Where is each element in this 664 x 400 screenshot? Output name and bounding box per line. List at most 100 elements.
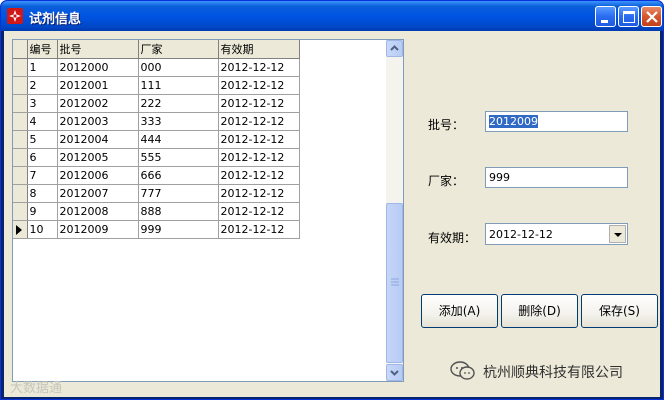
row-indicator[interactable] (13, 76, 28, 95)
batch-input[interactable]: 2012009 (485, 111, 628, 132)
column-header-maker[interactable]: 厂家 (138, 40, 219, 59)
cell-id[interactable]: 10 (27, 220, 58, 239)
cell-batch[interactable]: 2012001 (57, 76, 139, 95)
dropdown-button[interactable] (609, 225, 626, 243)
cell-batch[interactable]: 2012009 (57, 220, 139, 239)
company-name: 杭州顺典科技有限公司 (483, 365, 623, 381)
data-grid[interactable]: 编号 批号 厂家 有效期 1 2012000 000 2012-12-12 2 … (12, 39, 404, 382)
cell-expiry[interactable]: 2012-12-12 (218, 202, 300, 221)
row-indicator[interactable] (13, 58, 28, 77)
cell-maker[interactable]: 111 (138, 76, 219, 95)
app-window: 试剂信息 编号 批号 厂家 有效期 1 2012000 000 2012-12-… (0, 0, 664, 400)
source-watermark: 大数据通 (10, 381, 63, 396)
cell-id[interactable]: 8 (27, 184, 58, 203)
save-button[interactable]: 保存(S) (581, 294, 658, 328)
chat-bubble-icon (450, 361, 475, 380)
cell-batch[interactable]: 2012000 (57, 58, 139, 77)
cell-expiry[interactable]: 2012-12-12 (218, 58, 300, 77)
cell-maker[interactable]: 333 (138, 112, 219, 131)
cell-expiry[interactable]: 2012-12-12 (218, 94, 300, 113)
table-row[interactable]: 1 2012000 000 2012-12-12 (13, 58, 300, 77)
app-icon (7, 8, 23, 24)
expiry-label: 有效期： (428, 231, 477, 245)
cell-id[interactable]: 3 (27, 94, 58, 113)
grid-header-row: 编号 批号 厂家 有效期 (13, 40, 300, 59)
cell-id[interactable]: 5 (27, 130, 58, 149)
row-indicator[interactable] (13, 166, 28, 185)
window-client-area: 编号 批号 厂家 有效期 1 2012000 000 2012-12-12 2 … (4, 31, 660, 397)
maximize-button[interactable] (618, 6, 639, 27)
scroll-thumb[interactable] (386, 203, 403, 363)
cell-maker[interactable]: 222 (138, 94, 219, 113)
minimize-button[interactable] (595, 6, 616, 27)
scroll-up-button[interactable] (386, 40, 403, 57)
table-row[interactable]: 8 2012007 777 2012-12-12 (13, 184, 300, 203)
window-title: 试剂信息 (29, 12, 82, 27)
cell-maker[interactable]: 888 (138, 202, 219, 221)
cell-expiry[interactable]: 2012-12-12 (218, 76, 300, 95)
current-row-arrow-icon (16, 224, 22, 235)
cell-expiry[interactable]: 2012-12-12 (218, 220, 300, 239)
maker-input[interactable]: 999 (485, 167, 628, 188)
scroll-down-button[interactable] (386, 364, 403, 381)
expiry-date-picker[interactable]: 2012-12-12 (485, 223, 628, 245)
maximize-icon (623, 11, 635, 23)
table-row[interactable]: 9 2012008 888 2012-12-12 (13, 202, 300, 221)
maker-label: 厂家： (428, 174, 465, 188)
title-bar[interactable]: 试剂信息 (1, 1, 663, 31)
cell-id[interactable]: 7 (27, 166, 58, 185)
cell-expiry[interactable]: 2012-12-12 (218, 148, 300, 167)
cell-maker[interactable]: 999 (138, 220, 219, 239)
cell-batch[interactable]: 2012004 (57, 130, 139, 149)
chevron-down-icon (390, 370, 399, 376)
cell-maker[interactable]: 777 (138, 184, 219, 203)
cell-batch[interactable]: 2012003 (57, 112, 139, 131)
column-header-expiry[interactable]: 有效期 (218, 40, 300, 59)
cell-batch[interactable]: 2012002 (57, 94, 139, 113)
batch-label: 批号： (428, 118, 465, 132)
table-row[interactable]: 6 2012005 555 2012-12-12 (13, 148, 300, 167)
table-row[interactable]: 3 2012002 222 2012-12-12 (13, 94, 300, 113)
row-indicator[interactable] (13, 148, 28, 167)
cell-maker[interactable]: 666 (138, 166, 219, 185)
cell-batch[interactable]: 2012006 (57, 166, 139, 185)
column-header-batch[interactable]: 批号 (57, 40, 139, 59)
expiry-value: 2012-12-12 (489, 228, 553, 241)
row-indicator[interactable] (13, 112, 28, 131)
grid-table: 编号 批号 厂家 有效期 1 2012000 000 2012-12-12 2 … (13, 40, 300, 239)
cell-expiry[interactable]: 2012-12-12 (218, 112, 300, 131)
maker-input-value: 999 (489, 171, 510, 184)
add-button[interactable]: 添加(A) (421, 294, 498, 328)
delete-button[interactable]: 删除(D) (501, 294, 578, 328)
cell-batch[interactable]: 2012005 (57, 148, 139, 167)
cell-id[interactable]: 2 (27, 76, 58, 95)
cell-id[interactable]: 1 (27, 58, 58, 77)
grid-vertical-scrollbar[interactable] (386, 40, 403, 381)
close-button[interactable] (641, 6, 662, 27)
cell-batch[interactable]: 2012008 (57, 202, 139, 221)
row-indicator[interactable] (13, 184, 28, 203)
row-indicator[interactable] (13, 202, 28, 221)
column-header-id[interactable]: 编号 (27, 40, 58, 59)
minimize-icon (601, 20, 608, 23)
cell-id[interactable]: 9 (27, 202, 58, 221)
cell-expiry[interactable]: 2012-12-12 (218, 166, 300, 185)
cell-expiry[interactable]: 2012-12-12 (218, 184, 300, 203)
table-row[interactable]: 5 2012004 444 2012-12-12 (13, 130, 300, 149)
row-indicator[interactable] (13, 94, 28, 113)
cell-id[interactable]: 4 (27, 112, 58, 131)
cell-batch[interactable]: 2012007 (57, 184, 139, 203)
cell-maker[interactable]: 444 (138, 130, 219, 149)
chevron-up-icon (390, 45, 399, 51)
cell-expiry[interactable]: 2012-12-12 (218, 130, 300, 149)
row-indicator-header (13, 40, 28, 59)
table-row[interactable]: 2 2012001 111 2012-12-12 (13, 76, 300, 95)
cell-maker[interactable]: 555 (138, 148, 219, 167)
table-row[interactable]: 4 2012003 333 2012-12-12 (13, 112, 300, 131)
cell-id[interactable]: 6 (27, 148, 58, 167)
cell-maker[interactable]: 000 (138, 58, 219, 77)
current-row-indicator[interactable] (13, 220, 28, 239)
row-indicator[interactable] (13, 130, 28, 149)
table-row-current[interactable]: 10 2012009 999 2012-12-12 (13, 220, 300, 239)
table-row[interactable]: 7 2012006 666 2012-12-12 (13, 166, 300, 185)
